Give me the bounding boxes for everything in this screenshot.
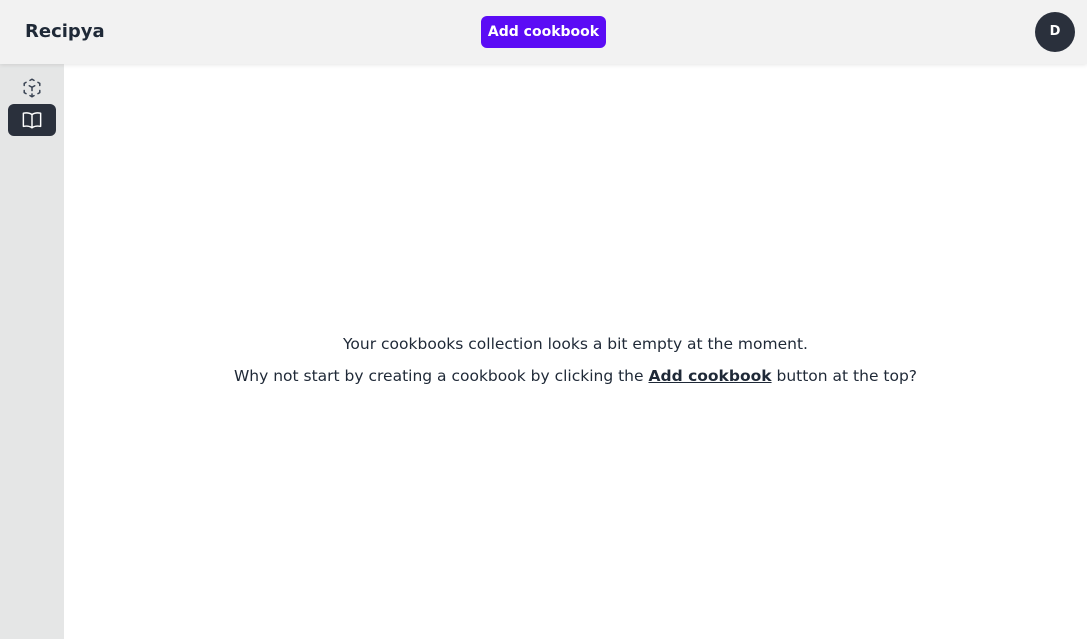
app-window: Recipya Add cookbook D Your cookbooks co… — [0, 0, 1087, 639]
sidebar-item-recipes[interactable] — [8, 72, 56, 104]
user-avatar[interactable]: D — [1035, 12, 1075, 52]
add-cookbook-link[interactable]: Add cookbook — [648, 367, 771, 385]
app-brand[interactable]: Recipya — [25, 20, 105, 44]
open-book-icon — [21, 110, 43, 130]
empty-state-hint-prefix: Why not start by creating a cookbook by … — [233, 367, 649, 385]
sidebar — [0, 64, 64, 639]
empty-state-hint-suffix: button at the top? — [771, 367, 918, 385]
empty-state-hint: Why not start by creating a cookbook by … — [64, 365, 1087, 387]
sidebar-item-cookbooks[interactable] — [8, 104, 56, 136]
main-content: Your cookbooks collection looks a bit em… — [64, 64, 1087, 639]
add-cookbook-button[interactable]: Add cookbook — [481, 16, 606, 48]
top-navbar: Recipya Add cookbook D — [0, 0, 1087, 64]
cube-scan-icon — [21, 77, 43, 99]
empty-state-message: Your cookbooks collection looks a bit em… — [343, 335, 808, 353]
